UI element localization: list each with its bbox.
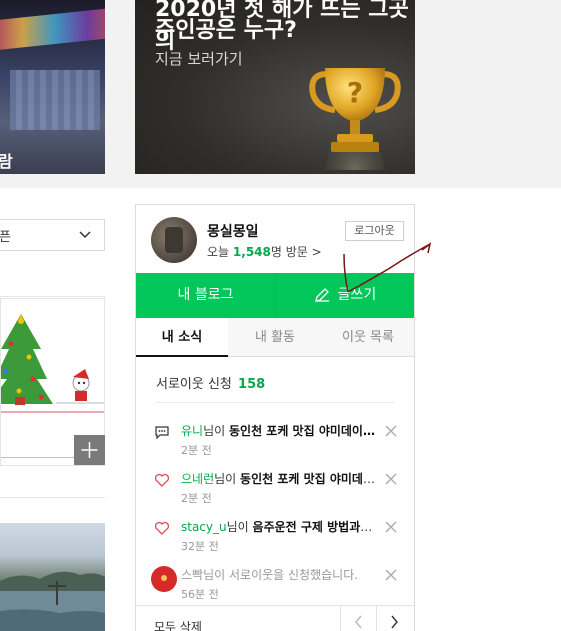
notification-verb: 님이 bbox=[226, 520, 253, 534]
next-page-button[interactable] bbox=[376, 606, 411, 631]
plus-icon bbox=[81, 442, 98, 458]
thumbnail-accent-line bbox=[1, 411, 104, 413]
notification-post-title: 동인천 포케 맛집 야미데이… bbox=[229, 424, 375, 438]
news-tabs: 내 소식 내 활동 이웃 목록 bbox=[136, 318, 414, 357]
notification-time: 2분 전 bbox=[181, 444, 212, 457]
left-divider-2 bbox=[0, 497, 105, 498]
my-blog-button[interactable]: 내 블로그 bbox=[136, 273, 275, 318]
trophy-banner-title-line2: 주인공은 누구? bbox=[155, 18, 297, 43]
chevron-right-icon bbox=[391, 615, 398, 629]
close-icon[interactable] bbox=[384, 424, 398, 438]
notification-user: 유니 bbox=[181, 424, 204, 438]
notification-post-title: 동인천 포케 맛집 야미데이… bbox=[240, 472, 376, 486]
notification-item[interactable]: stacy_u님이 음주운전 구제 방법과 … 32분 전 bbox=[136, 516, 414, 560]
heart-icon bbox=[154, 521, 170, 535]
my-profile-panel: 몽실몽일 오늘 1,548명 방문 > 로그아웃 내 블로그 글쓰기 내 소식 … bbox=[135, 204, 415, 631]
prev-page-button[interactable] bbox=[340, 606, 375, 631]
notification-item[interactable]: 스빡님이 서로이웃을 신청했습니다. 56분 전 bbox=[136, 564, 414, 608]
notification-time: 32분 전 bbox=[181, 540, 219, 553]
tab-my-activity[interactable]: 내 활동 bbox=[229, 318, 321, 357]
tab-my-news[interactable]: 내 소식 bbox=[136, 318, 228, 357]
visits-count: 1,548 bbox=[232, 245, 271, 259]
notification-user: 으네런 bbox=[181, 472, 215, 486]
festival-stall-image bbox=[10, 70, 100, 130]
today-visits[interactable]: 오늘 1,548명 방문 > bbox=[207, 243, 322, 260]
heart-icon bbox=[154, 473, 170, 487]
avatar-icon bbox=[151, 566, 177, 592]
page: 람 2020년 첫 해가 뜨는 그곳의 주인공은 누구? 지금 보러가기 ? 픈… bbox=[0, 0, 561, 631]
neighbor-request-row[interactable]: 서로이웃 신청 158 bbox=[156, 373, 265, 392]
notification-user: 스빡 bbox=[181, 568, 204, 582]
delete-all-button[interactable]: 모두 삭제 bbox=[154, 618, 202, 631]
festival-banner[interactable]: 람 bbox=[0, 0, 105, 174]
notification-text: 으네런님이 동인천 포케 맛집 야미데이… bbox=[181, 470, 376, 487]
notification-user: stacy_u bbox=[181, 520, 227, 534]
trophy-banner[interactable]: 2020년 첫 해가 뜨는 그곳의 주인공은 누구? 지금 보러가기 ? bbox=[135, 0, 415, 174]
landscape-image bbox=[0, 571, 105, 631]
visits-prefix: 오늘 bbox=[207, 245, 230, 259]
festival-banner-caption: 람 bbox=[0, 152, 13, 171]
category-select-value: 픈 bbox=[0, 230, 11, 245]
nickname[interactable]: 몽실몽일 bbox=[207, 221, 259, 241]
notification-verb: 님이 bbox=[214, 472, 241, 486]
notification-verb: 님이 bbox=[203, 424, 229, 438]
neighbor-request-count: 158 bbox=[238, 377, 266, 392]
close-icon[interactable] bbox=[384, 568, 398, 582]
landscape-post-thumbnail[interactable] bbox=[0, 523, 105, 631]
chevron-left-icon bbox=[355, 615, 362, 629]
close-icon[interactable] bbox=[384, 472, 398, 486]
avatar[interactable] bbox=[151, 217, 197, 263]
notification-text: 스빡님이 서로이웃을 신청했습니다. bbox=[181, 566, 376, 583]
notification-item[interactable]: 유니님이 동인천 포케 맛집 야미데이… 2분 전 bbox=[136, 420, 414, 464]
chevron-down-icon bbox=[79, 231, 91, 239]
category-select[interactable]: 픈 bbox=[0, 219, 105, 251]
write-button-label: 글쓰기 bbox=[337, 287, 377, 303]
trophy-icon: ? bbox=[309, 68, 401, 170]
tab-neighbor-list[interactable]: 이웃 목록 bbox=[322, 318, 414, 357]
write-button[interactable]: 글쓰기 bbox=[276, 273, 414, 318]
svg-text:?: ? bbox=[347, 76, 363, 109]
blog-action-bar: 내 블로그 글쓰기 bbox=[136, 273, 414, 318]
visits-suffix: 명 방문 > bbox=[270, 245, 322, 259]
notification-footer: 모두 삭제 bbox=[136, 605, 414, 631]
trophy-banner-link[interactable]: 지금 보러가기 bbox=[155, 48, 243, 69]
logout-button[interactable]: 로그아웃 bbox=[345, 221, 404, 241]
pencil-icon bbox=[314, 288, 329, 302]
notification-text: stacy_u님이 음주운전 구제 방법과 … bbox=[181, 518, 376, 535]
notification-text: 유니님이 동인천 포케 맛집 야미데이… bbox=[181, 422, 376, 439]
notification-time: 2분 전 bbox=[181, 492, 212, 505]
christmas-tree-image bbox=[1, 314, 104, 405]
notification-verb: 님이 서로이웃을 신청했습니다. bbox=[203, 568, 359, 582]
section-divider bbox=[156, 402, 394, 403]
comment-icon bbox=[155, 426, 169, 440]
notification-time: 56분 전 bbox=[181, 588, 219, 601]
close-icon[interactable] bbox=[384, 520, 398, 534]
neighbor-request-label: 서로이웃 신청 bbox=[156, 377, 232, 392]
notification-post-title: 음주운전 구제 방법과 … bbox=[252, 520, 376, 534]
festival-lights bbox=[0, 7, 105, 51]
left-divider bbox=[0, 296, 105, 297]
add-button[interactable] bbox=[74, 435, 105, 465]
notification-item[interactable]: 으네런님이 동인천 포케 맛집 야미데이… 2분 전 bbox=[136, 468, 414, 512]
